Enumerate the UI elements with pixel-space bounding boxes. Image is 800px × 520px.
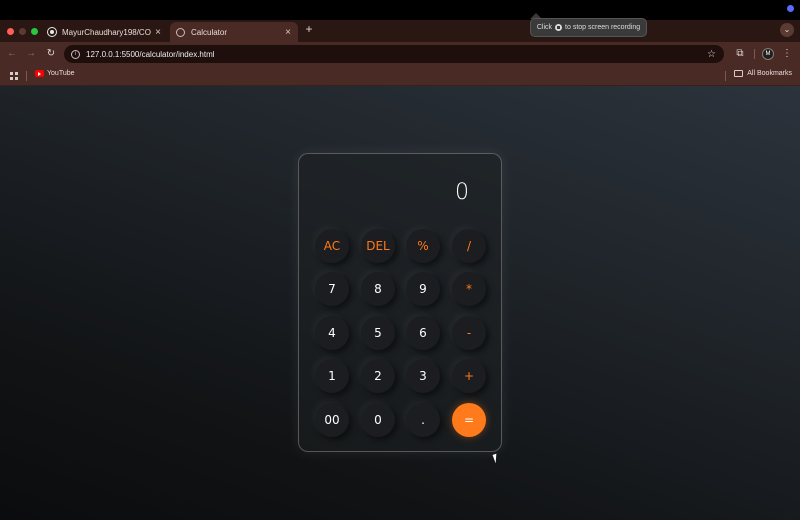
all-clear-key[interactable]: AC [315, 229, 349, 263]
divider [754, 49, 755, 59]
subtract-key[interactable]: - [452, 316, 486, 350]
all-bookmarks[interactable]: All Bookmarks [734, 70, 792, 77]
tab-calculator[interactable]: Calculator × [170, 22, 298, 42]
close-window-button[interactable] [7, 28, 14, 35]
youtube-icon [35, 70, 44, 77]
digit-4-key[interactable]: 4 [315, 316, 349, 350]
tab-title: Calculator [191, 27, 228, 37]
apps-icon[interactable] [10, 72, 18, 80]
digit-8-key[interactable]: 8 [361, 272, 395, 306]
tooltip-text-after: to stop screen recording [565, 24, 641, 31]
close-icon[interactable]: × [281, 27, 295, 38]
digit-2-key[interactable]: 2 [361, 359, 395, 393]
divider [26, 71, 27, 81]
calculator: 0 AC DEL%/7 8 9 * 4 5 6-1 2 3 +00 0. = [298, 153, 502, 452]
reload-icon[interactable]: ↻ [44, 47, 58, 61]
stop-icon [555, 24, 563, 31]
recording-tooltip: Click to stop screen recording [530, 18, 647, 37]
equals-key[interactable]: = [452, 403, 486, 437]
menu-icon[interactable]: ⋮ [782, 47, 792, 61]
top-strip [0, 0, 800, 20]
digit-6-key[interactable]: 6 [406, 316, 440, 350]
tooltip-text-before: Click [536, 24, 553, 31]
bookmark-star-icon[interactable]: ☆ [707, 49, 716, 60]
divider [725, 71, 726, 81]
address-toolbar: ← → ↻ i 127.0.0.1:5500/calculator/index.… [0, 42, 800, 66]
url-text[interactable]: 127.0.0.1:5500/calculator/index.html [86, 50, 707, 59]
tab-bar: MayurChaudhary198/CODSO × Calculator × [0, 20, 800, 42]
all-bookmarks-label: All Bookmarks [747, 70, 792, 77]
recording-indicator [787, 5, 794, 12]
tab-search-icon[interactable]: ⌄ [780, 23, 794, 37]
address-bar[interactable]: i 127.0.0.1:5500/calculator/index.html ☆ [64, 45, 724, 63]
digit-7-key[interactable]: 7 [315, 272, 349, 306]
github-icon [48, 28, 56, 36]
close-icon[interactable]: × [151, 27, 165, 38]
new-tab-button[interactable]: + [302, 22, 316, 36]
minimize-window-button[interactable] [19, 28, 26, 35]
bookmarks-bar: YouTube All Bookmarks [0, 66, 800, 86]
add-key[interactable]: + [452, 359, 486, 393]
multiply-key[interactable]: * [452, 272, 486, 306]
page-content: 0 AC DEL%/7 8 9 * 4 5 6-1 2 3 +00 0. = [0, 86, 800, 520]
tab-github[interactable]: MayurChaudhary198/CODSO × [44, 22, 168, 42]
digit-1-key[interactable]: 1 [315, 359, 349, 393]
percent-key[interactable]: % [406, 229, 440, 263]
digit-00-key[interactable]: 00 [315, 403, 349, 437]
extensions-icon[interactable]: ⧉ [733, 47, 747, 61]
divide-key[interactable]: / [452, 229, 486, 263]
globe-icon [176, 27, 185, 37]
digit-0-key[interactable]: 0 [361, 403, 395, 437]
delete-key[interactable]: DEL [361, 229, 395, 263]
decimal-key[interactable]: . [406, 403, 440, 437]
calculator-display: 0 [455, 180, 469, 205]
digit-9-key[interactable]: 9 [406, 272, 440, 306]
bookmark-youtube[interactable]: YouTube [35, 70, 75, 77]
forward-icon[interactable]: → [24, 47, 38, 61]
bookmark-label: YouTube [47, 70, 75, 77]
tab-title: MayurChaudhary198/CODSO [62, 27, 151, 37]
profile-avatar[interactable]: M [762, 48, 774, 60]
digit-5-key[interactable]: 5 [361, 316, 395, 350]
digit-3-key[interactable]: 3 [406, 359, 440, 393]
site-info-icon[interactable]: i [71, 49, 80, 59]
back-icon[interactable]: ← [5, 47, 19, 61]
folder-icon [734, 70, 744, 77]
maximize-window-button[interactable] [31, 28, 38, 35]
